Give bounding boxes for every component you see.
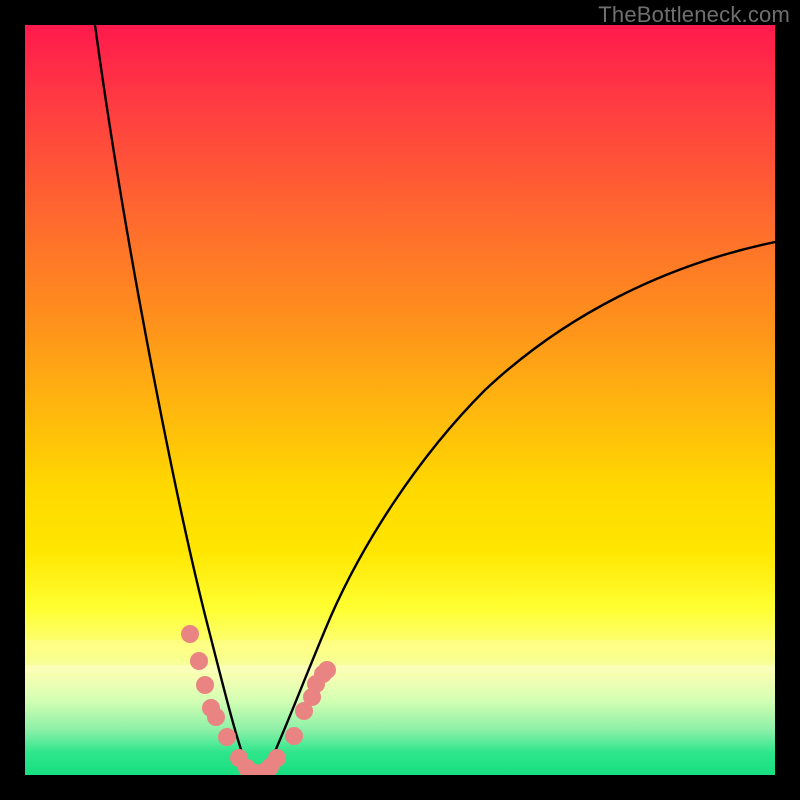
chart-plot-area [25,25,775,775]
chart-outer-frame: TheBottleneck.com [0,0,800,800]
watermark-text: TheBottleneck.com [598,2,790,28]
curve-left [95,25,255,775]
gradient-highlight-bands [25,640,775,673]
chart-svg [25,25,775,775]
curve-right [255,242,775,775]
